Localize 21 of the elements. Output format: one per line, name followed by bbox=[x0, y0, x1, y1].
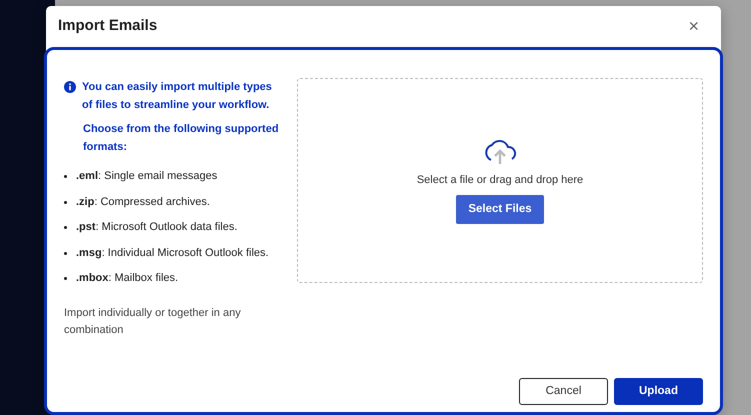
format-item: .mbox: Mailbox files. bbox=[76, 271, 178, 286]
drop-zone[interactable]: Select a file or drag and drop here Select Files bbox=[297, 78, 703, 283]
drop-prompt: Select a file or drag and drop here bbox=[416, 173, 584, 188]
close-button[interactable]: × bbox=[688, 17, 699, 36]
cancel-button[interactable]: Cancel bbox=[519, 378, 608, 405]
info-text: You can easily import multiple types of files to streamline your workflow. bbox=[82, 80, 273, 113]
import-note: Import individually or together in any combination bbox=[64, 306, 242, 338]
bullet-icon bbox=[64, 226, 67, 230]
bullet-icon bbox=[64, 277, 67, 280]
format-item: .pst: Microsoft Outlook data files. bbox=[76, 220, 238, 236]
bullet-icon bbox=[64, 200, 67, 204]
format-item: .msg: Individual Microsoft Outlook files. bbox=[76, 246, 269, 261]
bullet-icon bbox=[64, 252, 67, 255]
format-item: .zip: Compressed archives. bbox=[76, 194, 210, 210]
dialog-title: Import Emails bbox=[58, 16, 158, 36]
bullet-icon bbox=[64, 175, 67, 178]
upload-button[interactable]: Upload bbox=[614, 378, 703, 405]
format-item: .eml: Single email messages bbox=[76, 169, 218, 184]
select-files-button[interactable]: Select Files bbox=[456, 194, 544, 224]
formats-heading: Choose from the following supported formats: bbox=[83, 122, 280, 156]
info-icon bbox=[64, 80, 76, 93]
